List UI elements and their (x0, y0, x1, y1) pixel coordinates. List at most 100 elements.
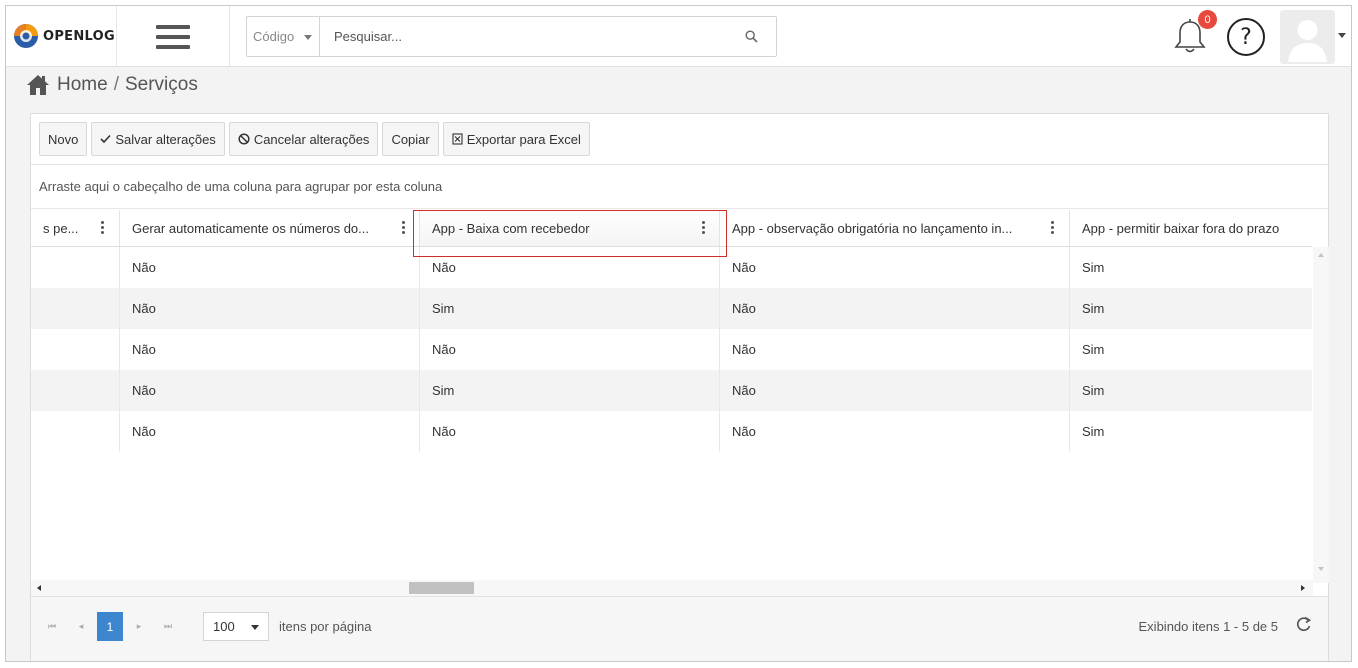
search-bar: Código (246, 16, 777, 57)
table-cell (31, 247, 119, 288)
table-cell: Sim (1069, 247, 1312, 288)
table-row[interactable]: Não Sim Não Sim (31, 288, 1312, 329)
scroll-arrows-icon (1318, 253, 1324, 571)
page-size-select[interactable]: 100 (203, 612, 269, 641)
chevron-down-icon (304, 35, 312, 40)
services-grid: Novo Salvar alterações Cancelar alteraçõ… (30, 113, 1329, 661)
table-cell (31, 370, 119, 411)
column-header-baixa-recebedor[interactable]: App - Baixa com recebedor (419, 210, 719, 246)
column-menu-icon[interactable] (702, 221, 706, 235)
refresh-icon[interactable] (1294, 614, 1314, 634)
table-cell: Sim (1069, 288, 1312, 329)
table-row[interactable]: Não Não Não Sim (31, 247, 1312, 288)
menu-toggle-button[interactable] (156, 22, 190, 50)
grid-header-row: s pe... Gerar automaticamente os números… (31, 210, 1312, 247)
table-cell: Não (719, 411, 1069, 452)
last-page-icon[interactable]: ⏭ (155, 612, 181, 641)
user-avatar[interactable] (1280, 10, 1335, 64)
page-size-label: itens por página (279, 619, 372, 634)
table-cell: Sim (1069, 329, 1312, 370)
hamburger-line (156, 45, 190, 49)
column-menu-icon[interactable] (101, 221, 105, 235)
vertical-scrollbar[interactable] (1313, 247, 1329, 583)
logo[interactable]: OPENLOG (6, 6, 117, 66)
user-menu-chevron-icon[interactable] (1338, 33, 1346, 38)
table-cell: Não (419, 329, 719, 370)
check-icon (100, 134, 111, 144)
search-input[interactable] (320, 17, 726, 56)
table-row[interactable]: Não Sim Não Sim (31, 370, 1312, 411)
column-header-label: s pe... (43, 221, 79, 236)
logo-text: OPENLOG (43, 28, 115, 44)
breadcrumb-home-link[interactable]: Home (57, 74, 108, 96)
excel-file-icon (452, 133, 463, 145)
breadcrumb-current: Serviços (124, 74, 198, 95)
table-row[interactable]: Não Não Não Sim (31, 411, 1312, 452)
table-cell: Não (719, 329, 1069, 370)
table-cell (31, 329, 119, 370)
table-cell: Sim (419, 370, 719, 411)
horizontal-scroll-thumb[interactable] (409, 582, 474, 594)
first-page-icon[interactable]: ⏮ (39, 612, 65, 641)
page-size-value: 100 (213, 619, 235, 634)
hamburger-line (156, 35, 190, 39)
app-window: OPENLOG Código 0 (5, 5, 1352, 662)
table-cell: Não (119, 329, 419, 370)
hamburger-line (156, 25, 190, 29)
table-cell: Não (719, 288, 1069, 329)
chevron-down-icon (251, 625, 259, 630)
copy-button-label: Copiar (391, 131, 430, 147)
help-button[interactable]: ? (1227, 18, 1265, 56)
grid-toolbar: Novo Salvar alterações Cancelar alteraçõ… (31, 114, 1328, 165)
top-bar: OPENLOG Código 0 (6, 6, 1351, 67)
table-cell: Sim (419, 288, 719, 329)
table-cell: Sim (1069, 411, 1312, 452)
user-silhouette-icon (1288, 20, 1327, 62)
copy-button[interactable]: Copiar (382, 122, 439, 156)
pager-summary: Exibindo itens 1 - 5 de 5 (1138, 619, 1278, 634)
column-header-label: Gerar automaticamente os números do... (132, 221, 370, 236)
previous-page-icon[interactable]: ◂ (68, 612, 94, 641)
cancel-changes-button[interactable]: Cancelar alterações (228, 122, 379, 156)
table-cell (31, 411, 119, 452)
column-header[interactable]: Gerar automaticamente os números do... (119, 210, 419, 246)
table-cell: Não (719, 247, 1069, 288)
column-menu-icon[interactable] (402, 221, 406, 235)
table-cell: Não (419, 411, 719, 452)
new-button[interactable]: Novo (39, 122, 88, 156)
search-icon (744, 30, 758, 43)
next-page-icon[interactable]: ▸ (126, 612, 152, 641)
column-header[interactable]: s pe... (31, 210, 119, 246)
save-changes-label: Salvar alterações (115, 131, 216, 147)
group-hint-text: Arraste aqui o cabeçalho de uma coluna p… (39, 179, 443, 194)
grid-pager: ⏮ ◂ 1 ▸ ⏭ 100 itens por página Exibindo … (31, 596, 1328, 661)
horizontal-scrollbar[interactable] (31, 580, 1313, 596)
table-cell: Não (419, 247, 719, 288)
table-cell: Não (119, 247, 419, 288)
search-field-select[interactable]: Código (247, 17, 320, 56)
scroll-arrows-icon (37, 585, 1305, 591)
column-header-label: App - Baixa com recebedor (432, 221, 590, 236)
cancel-icon (238, 133, 250, 145)
save-changes-button[interactable]: Salvar alterações (91, 122, 225, 156)
grid-body: Não Não Não Sim Não Sim Não Sim Não Não … (31, 247, 1312, 578)
table-cell: Não (119, 370, 419, 411)
column-header[interactable]: App - permitir baixar fora do prazo (1069, 210, 1312, 246)
column-header[interactable]: App - observação obrigatória no lançamen… (719, 210, 1069, 246)
openlog-logo-icon (14, 24, 38, 48)
group-drop-area[interactable]: Arraste aqui o cabeçalho de uma coluna p… (31, 165, 1328, 209)
table-cell: Sim (1069, 370, 1312, 411)
column-menu-icon[interactable] (1051, 221, 1055, 235)
breadcrumb: Home / Serviços (6, 67, 1351, 103)
column-header-label: App - permitir baixar fora do prazo (1082, 221, 1280, 236)
divider (229, 6, 230, 66)
page-button-current[interactable]: 1 (97, 612, 123, 641)
cancel-changes-label: Cancelar alterações (253, 131, 370, 147)
search-field-select-value: Código (253, 29, 295, 44)
breadcrumb-separator: / (113, 74, 119, 95)
notification-count-badge: 0 (1198, 10, 1217, 29)
home-icon[interactable] (26, 74, 50, 96)
table-row[interactable]: Não Não Não Sim (31, 329, 1312, 370)
search-button[interactable] (726, 17, 776, 56)
export-excel-button[interactable]: Exportar para Excel (442, 122, 590, 156)
